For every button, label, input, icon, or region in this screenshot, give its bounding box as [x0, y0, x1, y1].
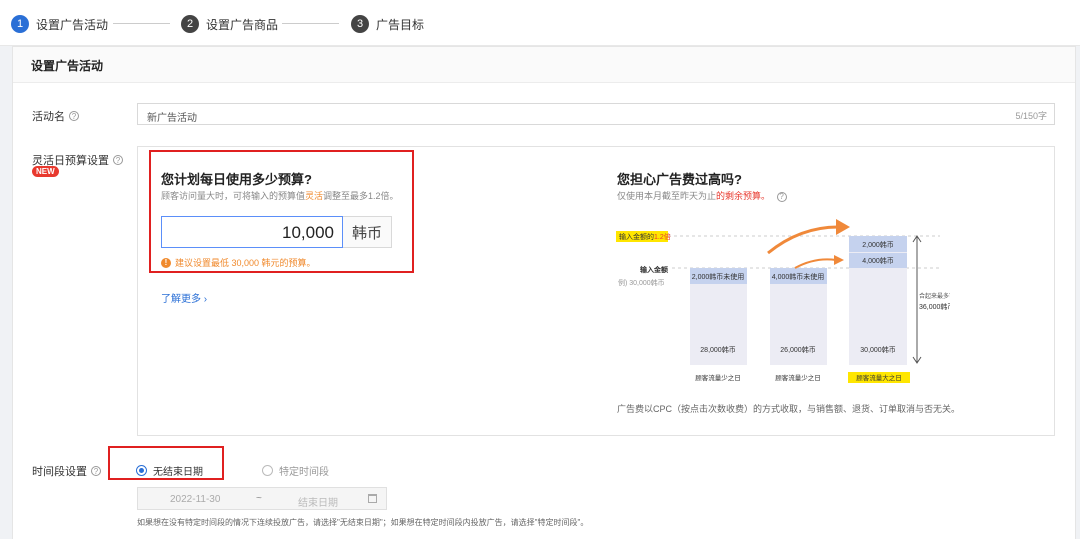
- new-badge: NEW: [32, 166, 59, 177]
- cpc-footnote: 广告费以CPC（按点击次数收费）的方式收取，与销售额、退货、订单取消与否无关。: [617, 404, 961, 414]
- time-label: 时间段设置 ?: [32, 463, 101, 479]
- budget-question: 您计划每日使用多少预算?: [161, 172, 312, 187]
- step-1[interactable]: 1 设置广告活动: [11, 14, 108, 34]
- step-3-label: 广告目标: [376, 17, 425, 32]
- arrow-2-head: [834, 255, 844, 265]
- budget-illustration: 输入金额的1.2倍 输入金额 例) 30,000韩币 2,000韩币未使用 28…: [616, 219, 950, 383]
- step-2-number: 2: [181, 15, 199, 33]
- max-label: 输入金额的: [619, 232, 654, 241]
- step-3-number: 3: [351, 15, 369, 33]
- arrow-2: [794, 258, 837, 269]
- budget-warning: ! 建议设置最低 30,000 韩元的预算。: [161, 256, 316, 269]
- card-header: 设置广告活动: [13, 47, 1075, 83]
- date-range-picker[interactable]: 2022-11-30 ~ 结束日期: [137, 487, 387, 510]
- column-3-bottom-label: 30,000韩币: [860, 345, 895, 354]
- help-icon[interactable]: ?: [91, 466, 101, 476]
- radio-unselected-icon: [262, 465, 273, 476]
- column-2-top-label: 4,000韩币未使用: [772, 272, 825, 281]
- column-1-day: 顾客流量少之日: [695, 373, 741, 382]
- calendar-icon: [368, 494, 377, 503]
- step-1-number: 1: [11, 15, 29, 33]
- warning-icon: !: [161, 257, 171, 268]
- radio-selected-icon: [136, 465, 147, 476]
- currency-unit: 韩币: [343, 216, 392, 248]
- help-icon[interactable]: ?: [69, 111, 79, 121]
- column-1-bottom-label: 28,000韩币: [700, 345, 735, 354]
- input-label: 输入金额: [640, 265, 668, 274]
- radio-no-end-date[interactable]: 无结束日期: [136, 463, 203, 478]
- radio-no-end-date-label: 无结束日期: [153, 467, 203, 478]
- budget-hint-highlight: 灵活: [305, 191, 324, 201]
- learn-more-text: 了解更多: [161, 294, 201, 305]
- total-label: 合起来最多可使用: [919, 292, 950, 300]
- column-2-day: 顾客流量少之日: [775, 373, 821, 382]
- column-3-mid-label: 4,000韩币: [862, 256, 894, 265]
- input-sub: 例) 30,000韩币: [618, 278, 665, 287]
- concern-sub: 仅使用本月截至昨天为止的剩余预算。 ?: [617, 189, 787, 202]
- column-2-bottom-label: 26,000韩币: [780, 345, 815, 354]
- column-1-top-label: 2,000韩币未使用: [692, 272, 745, 281]
- char-counter: 5/150字: [1015, 111, 1047, 121]
- column-3-day: 顾客流量大之日: [856, 373, 902, 382]
- budget-hint-text: 顾客访问量大时，可将输入的预算值: [161, 191, 306, 201]
- time-note: 如果想在没有特定时间段的情况下连续投放广告，请选择"无结束日期"；如果想在特定时…: [137, 518, 589, 527]
- learn-more-link[interactable]: 了解更多 ›: [161, 290, 207, 305]
- step-1-label: 设置广告活动: [36, 17, 109, 32]
- radio-specific-period-label: 特定时间段: [279, 467, 329, 478]
- date-separator: ~: [256, 493, 262, 504]
- arrow-1-head: [836, 219, 850, 235]
- help-icon[interactable]: ?: [113, 155, 123, 165]
- max-label-highlight: 1.2倍: [654, 232, 671, 241]
- daily-budget-input[interactable]: 10,000: [161, 216, 343, 248]
- card-title: 设置广告活动: [31, 59, 104, 73]
- help-icon[interactable]: ?: [776, 191, 787, 202]
- budget-hint: 顾客访问量大时，可将输入的预算值灵活调整至最多1.2倍。: [161, 189, 399, 202]
- stepper: 1 设置广告活动 2 设置广告商品 3 广告目标: [0, 0, 1080, 46]
- step-connector: [282, 23, 339, 24]
- radio-specific-period[interactable]: 特定时间段: [262, 463, 329, 478]
- campaign-name-value: 新广告活动: [147, 113, 197, 124]
- campaign-name-input[interactable]: 新广告活动 5/150字: [137, 103, 1055, 125]
- concern-sub-highlight: 的剩余预算。: [716, 191, 771, 201]
- concern-sub-text: 仅使用本月截至昨天为止: [617, 191, 717, 201]
- arrow-1: [767, 225, 839, 255]
- campaign-name-label-text: 活动名: [32, 111, 65, 123]
- time-label-text: 时间段设置: [32, 466, 87, 478]
- budget-warning-text: 建议设置最低 30,000 韩元的预算。: [175, 258, 316, 268]
- daily-budget-value: 10,000: [282, 223, 334, 242]
- concern-title: 您担心广告费过高吗?: [617, 172, 742, 187]
- column-3-top-label: 2,000韩币: [862, 240, 894, 249]
- step-2[interactable]: 2 设置广告商品: [181, 14, 278, 34]
- budget-hint-text-end: 调整至最多1.2倍。: [323, 191, 399, 201]
- start-date: 2022-11-30: [170, 494, 221, 505]
- total-value: 36,000韩币: [919, 302, 950, 311]
- end-date-placeholder: 结束日期: [298, 498, 338, 509]
- svg-text:输入金额的1.2倍: 输入金额的1.2倍: [619, 232, 671, 241]
- step-2-label: 设置广告商品: [206, 17, 279, 32]
- step-connector: [113, 23, 170, 24]
- chevron-right-icon: ›: [203, 294, 208, 305]
- step-3[interactable]: 3 广告目标: [351, 14, 424, 34]
- campaign-name-label: 活动名 ?: [32, 108, 79, 124]
